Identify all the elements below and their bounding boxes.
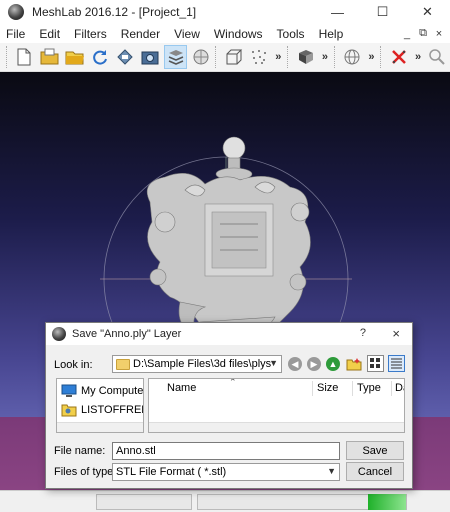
column-header-date[interactable]: Da — [395, 382, 404, 394]
sculpture-mesh — [146, 136, 311, 341]
file-name-input[interactable]: Anno.stl — [112, 442, 340, 460]
globe-icon[interactable] — [341, 45, 364, 69]
camera-icon[interactable] — [139, 45, 162, 69]
toolbar-separator — [333, 46, 338, 68]
column-divider — [352, 381, 353, 396]
close-icon[interactable]: × — [392, 326, 400, 341]
maximize-icon[interactable]: ☐ — [360, 0, 405, 24]
menu-file[interactable]: File — [0, 27, 32, 41]
toolbar-overflow-icon[interactable]: » — [365, 51, 379, 63]
computer-icon — [61, 384, 77, 397]
back-icon[interactable]: ◀ — [288, 357, 302, 371]
points-icon[interactable] — [247, 45, 270, 69]
new-document-icon[interactable] — [13, 45, 36, 69]
look-in-dropdown[interactable]: D:\Sample Files\3d files\plysample ▼ — [112, 355, 282, 373]
window-controls: — ☐ ✕ — [315, 0, 450, 24]
column-divider — [391, 381, 392, 396]
status-bar — [0, 490, 450, 512]
cancel-button[interactable]: Cancel — [346, 462, 404, 481]
meshlab-logo-icon — [52, 327, 66, 341]
horizontal-scrollbar[interactable] — [149, 422, 404, 432]
file-type-dropdown[interactable]: STL File Format ( *.stl) ▼ — [112, 463, 340, 481]
open-project-icon[interactable] — [38, 45, 61, 69]
detail-view-icon[interactable] — [388, 355, 405, 372]
bounding-box-icon[interactable] — [222, 45, 245, 69]
list-view-icon[interactable] — [367, 355, 384, 372]
toolbar-grip — [6, 46, 10, 68]
search-icon[interactable] — [426, 45, 449, 69]
toolbar-overflow-icon[interactable]: » — [411, 51, 425, 63]
mdi-restore-icon[interactable]: ⧉ — [416, 27, 430, 40]
chevron-down-icon: ▼ — [327, 466, 336, 476]
meshlab-logo-icon — [8, 4, 24, 20]
help-icon[interactable]: ? — [360, 327, 366, 339]
column-divider — [312, 381, 313, 396]
save-layer-dialog: Save "Anno.ply" Layer ? × Look in: D:\Sa… — [45, 322, 413, 489]
mdi-controls: _ ⧉ × — [398, 24, 446, 43]
column-header-size[interactable]: Size — [317, 382, 338, 394]
file-name-label: File name: — [54, 445, 106, 457]
menu-help[interactable]: Help — [312, 27, 351, 41]
column-header-type[interactable]: Type — [357, 382, 381, 394]
reload-icon[interactable] — [88, 45, 111, 69]
flat-shading-icon[interactable] — [294, 45, 317, 69]
close-icon[interactable]: ✕ — [405, 0, 450, 24]
places-sidebar: My Computer LISTOFFREEWA — [56, 378, 144, 433]
toolbar-overflow-icon[interactable]: » — [318, 51, 332, 63]
toolbar-separator — [215, 46, 219, 68]
chevron-down-icon: ▼ — [269, 358, 278, 368]
sidebar-item-listoffreewa[interactable]: LISTOFFREEWA — [61, 403, 143, 417]
sidebar-item-label: My Computer — [81, 385, 144, 397]
forward-icon[interactable]: ▶ — [307, 357, 321, 371]
main-toolbar: » » » » — [0, 43, 450, 72]
open-mesh-icon[interactable] — [63, 45, 86, 69]
window-title: MeshLab 2016.12 - [Project_1] — [32, 5, 197, 19]
menu-windows[interactable]: Windows — [207, 27, 270, 41]
look-in-label: Look in: — [54, 359, 93, 371]
look-in-path: D:\Sample Files\3d files\plysample — [133, 358, 271, 370]
menu-filters[interactable]: Filters — [67, 27, 114, 41]
sidebar-item-my-computer[interactable]: My Computer — [61, 384, 144, 398]
file-list[interactable]: ⌃ Name Size Type Da — [148, 378, 405, 433]
dialog-title-bar: Save "Anno.ply" Layer ? × — [46, 323, 412, 345]
horizontal-scrollbar[interactable] — [57, 422, 143, 432]
layers-icon[interactable] — [163, 45, 188, 69]
title-bar: MeshLab 2016.12 - [Project_1] — ☐ ✕ — [0, 0, 450, 24]
up-folder-icon[interactable]: ▲ — [326, 357, 340, 371]
menu-bar: File Edit Filters Render View Windows To… — [0, 24, 450, 43]
delete-vertex-icon[interactable] — [387, 45, 410, 69]
progress-bar — [368, 494, 406, 510]
folder-icon — [116, 358, 130, 370]
sort-indicator-icon: ⌃ — [229, 378, 237, 387]
save-snapshot-icon[interactable] — [114, 45, 137, 69]
new-folder-icon[interactable] — [345, 355, 362, 372]
texture-icon[interactable] — [189, 45, 212, 69]
menu-render[interactable]: Render — [114, 27, 167, 41]
save-button[interactable]: Save — [346, 441, 404, 460]
mdi-minimize-icon[interactable]: _ — [400, 28, 414, 40]
minimize-icon[interactable]: — — [315, 0, 360, 24]
toolbar-separator — [287, 46, 291, 68]
toolbar-separator — [380, 46, 384, 68]
mdi-close-icon[interactable]: × — [432, 28, 446, 40]
menu-view[interactable]: View — [167, 27, 207, 41]
menu-edit[interactable]: Edit — [32, 27, 67, 41]
dialog-title: Save "Anno.ply" Layer — [72, 328, 182, 340]
file-type-value: STL File Format ( *.stl) — [116, 466, 227, 478]
column-header-name[interactable]: Name — [167, 382, 196, 394]
toolbar-overflow-icon[interactable]: » — [272, 51, 286, 63]
menu-tools[interactable]: Tools — [270, 27, 312, 41]
user-folder-icon — [61, 404, 77, 417]
sidebar-item-label: LISTOFFREEWA — [81, 404, 143, 416]
file-type-label: Files of type: — [54, 466, 117, 478]
status-field — [96, 494, 192, 510]
